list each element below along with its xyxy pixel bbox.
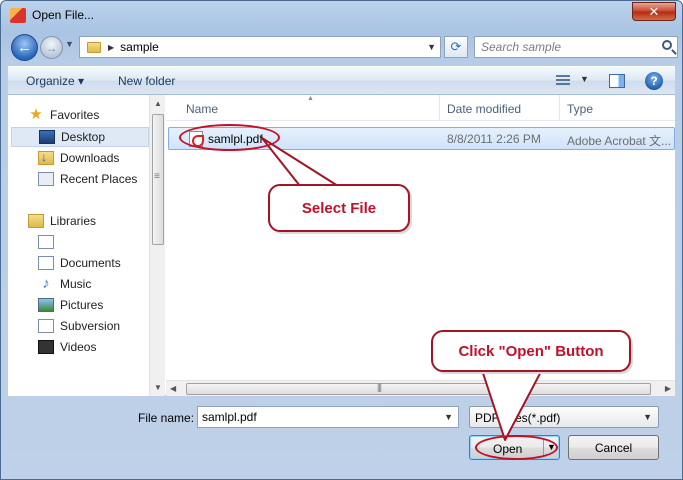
- column-header-date-modified[interactable]: Date modified: [447, 102, 521, 116]
- recent-places-icon: [38, 172, 54, 186]
- navigation-pane: ★ Favorites Desktop Downloads Recent Pla…: [8, 95, 165, 396]
- sort-ascending-icon: ▲: [307, 95, 314, 102]
- column-header-type[interactable]: Type: [567, 102, 593, 116]
- file-type: Adobe Acrobat 文...: [567, 134, 672, 148]
- click-open-callout: Click "Open" Button: [431, 330, 631, 372]
- open-file-dialog: Open File... ✕ ← → ▼ ▶ sample ▼ ⟳ Organi…: [0, 0, 683, 480]
- scroll-up-icon[interactable]: ▲: [154, 99, 162, 108]
- search-input[interactable]: [475, 37, 650, 57]
- navigation-bar: ← → ▼ ▶ sample ▼ ⟳: [7, 33, 678, 61]
- library-item-icon: [38, 235, 54, 249]
- music-icon: ♪: [42, 275, 50, 292]
- sidebar-item-label: Videos: [60, 340, 97, 354]
- pictures-icon: [38, 298, 54, 312]
- sidebar-item-documents[interactable]: Documents: [8, 253, 149, 273]
- close-icon: ✕: [648, 3, 660, 19]
- sidebar-item-label: Subversion: [60, 319, 121, 333]
- column-divider[interactable]: [559, 95, 560, 121]
- back-arrow-icon: ←: [17, 39, 32, 56]
- sidebar-item-label: Desktop: [61, 130, 106, 144]
- documents-icon: [38, 256, 54, 270]
- libraries-icon: [28, 214, 44, 228]
- sidebar-item-desktop[interactable]: Desktop: [11, 127, 149, 147]
- click-open-callout-text: Click "Open" Button: [458, 342, 604, 360]
- scroll-down-icon[interactable]: ▼: [154, 383, 162, 392]
- breadcrumb-item[interactable]: sample: [120, 40, 159, 54]
- scroll-right-icon[interactable]: ▶: [665, 384, 671, 393]
- open-button[interactable]: Open ▼: [469, 435, 560, 460]
- sidebar-item-label: Documents: [60, 256, 121, 270]
- close-button[interactable]: ✕: [632, 2, 676, 21]
- address-dropdown-icon[interactable]: ▼: [427, 42, 436, 52]
- open-button-label: Open: [493, 442, 523, 456]
- open-options-dropdown-icon[interactable]: ▼: [547, 442, 556, 452]
- filter-dropdown-icon[interactable]: ▼: [643, 412, 652, 422]
- cancel-button[interactable]: Cancel: [568, 435, 659, 460]
- window-title: Open File...: [32, 8, 95, 22]
- address-bar[interactable]: ▶ sample ▼: [79, 36, 441, 58]
- forward-arrow-icon: →: [45, 40, 58, 55]
- sidebar-item-label: Downloads: [60, 151, 120, 165]
- file-row[interactable]: samlpl.pdf 8/8/2011 2:26 PM Adobe Acroba…: [168, 127, 675, 150]
- column-header-name[interactable]: Name: [186, 102, 218, 116]
- recent-locations-dropdown[interactable]: ▼: [65, 39, 74, 49]
- refresh-button[interactable]: ⟳: [444, 36, 468, 58]
- search-icon[interactable]: [662, 40, 672, 50]
- sidebar-item-label: Favorites: [50, 108, 100, 122]
- change-view-icon[interactable]: [556, 75, 570, 87]
- sidebar-item-videos[interactable]: Videos: [8, 337, 149, 357]
- file-name-label: File name:: [138, 411, 195, 425]
- column-divider[interactable]: [439, 95, 440, 121]
- videos-icon: [38, 340, 54, 354]
- sidebar-item-label: Libraries: [50, 214, 97, 228]
- view-options-dropdown[interactable]: ▼: [580, 74, 589, 84]
- navigation-scrollbar[interactable]: ▲ ▼: [149, 95, 165, 396]
- cancel-button-label: Cancel: [594, 440, 633, 455]
- scrollbar-thumb[interactable]: [152, 114, 164, 245]
- folder-icon: [87, 41, 101, 53]
- horizontal-scrollbar-thumb[interactable]: [186, 382, 651, 395]
- file-name-input[interactable]: [198, 407, 436, 427]
- select-file-callout: Select File: [268, 184, 410, 232]
- file-name-combobox[interactable]: ▼: [197, 406, 459, 428]
- file-date-modified: 8/8/2011 2:26 PM: [447, 132, 541, 146]
- horizontal-scrollbar[interactable]: ◀ ▶: [166, 380, 675, 396]
- help-icon[interactable]: ?: [645, 72, 663, 90]
- breadcrumb-separator-icon[interactable]: ▶: [108, 43, 114, 52]
- downloads-folder-icon: [38, 150, 54, 165]
- sidebar-item-downloads[interactable]: Downloads: [8, 148, 149, 168]
- subversion-icon: [38, 319, 54, 333]
- sidebar-item-recent-places[interactable]: Recent Places: [8, 169, 149, 189]
- sidebar-item-music[interactable]: ♪ Music: [8, 274, 149, 294]
- title-bar: Open File... ✕: [1, 1, 682, 31]
- sidebar-item-pictures[interactable]: Pictures: [8, 295, 149, 315]
- sidebar-item-label: Recent Places: [60, 172, 138, 186]
- sidebar-item-subversion[interactable]: Subversion: [8, 316, 149, 336]
- select-file-callout-text: Select File: [301, 199, 377, 217]
- file-type-filter[interactable]: PDF Files(*.pdf) ▼: [469, 406, 659, 428]
- scroll-left-icon[interactable]: ◀: [170, 384, 176, 393]
- new-folder-button[interactable]: New folder: [118, 74, 175, 88]
- split-divider: [543, 439, 544, 457]
- sidebar-item-libraries[interactable]: Libraries: [8, 211, 149, 231]
- column-header-row: ▲ Name Date modified Type: [166, 95, 675, 121]
- sidebar-item-label: Pictures: [60, 298, 104, 312]
- app-icon: [10, 8, 26, 23]
- file-name: samlpl.pdf: [208, 132, 263, 146]
- sidebar-item-library-unnamed[interactable]: [8, 232, 149, 252]
- organize-button[interactable]: Organize ▾: [26, 74, 84, 88]
- search-box[interactable]: [474, 36, 678, 58]
- sidebar-item-label: Music: [60, 277, 92, 291]
- sidebar-item-favorites[interactable]: ★ Favorites: [8, 105, 149, 125]
- file-type-filter-value: PDF Files(*.pdf): [475, 411, 561, 425]
- back-button[interactable]: ←: [11, 34, 38, 61]
- preview-pane-icon[interactable]: [609, 74, 625, 88]
- desktop-icon: [39, 130, 55, 144]
- star-icon: ★: [29, 106, 43, 123]
- command-bar: Organize ▾ New folder ▼ ?: [8, 66, 675, 95]
- refresh-icon: ⟳: [450, 39, 462, 54]
- forward-button[interactable]: →: [40, 36, 63, 59]
- file-name-dropdown-icon[interactable]: ▼: [444, 412, 453, 422]
- pdf-file-icon: [189, 131, 204, 147]
